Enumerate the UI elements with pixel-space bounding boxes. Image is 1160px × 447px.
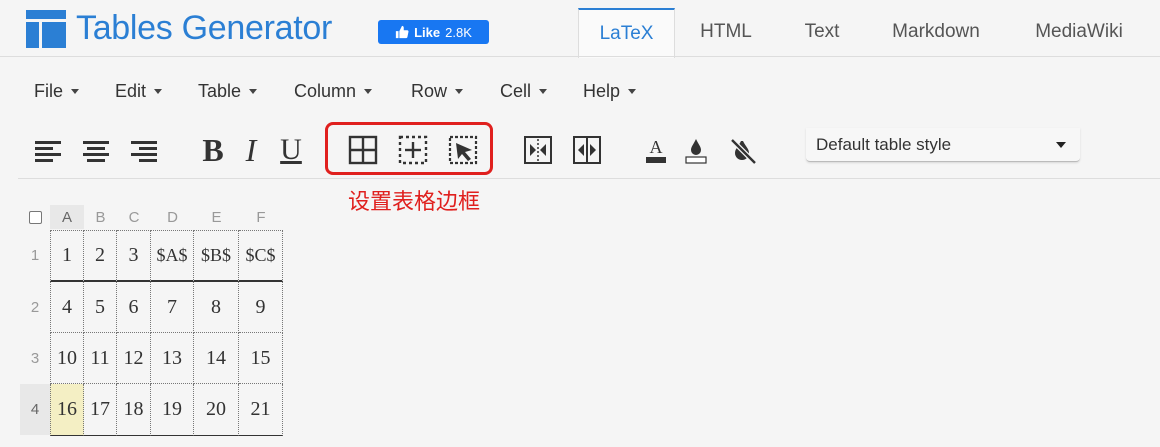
column-header-c[interactable]: C <box>117 205 151 229</box>
checkbox-icon <box>28 210 42 224</box>
table-cell[interactable]: 4 <box>50 282 84 333</box>
selected-table-cell[interactable]: 16 <box>50 384 84 436</box>
menu-label: File <box>34 80 64 101</box>
no-fill-icon <box>730 138 757 165</box>
table-cell[interactable]: 5 <box>84 282 117 333</box>
menu-label: Cell <box>500 80 532 101</box>
table-cell[interactable]: 3 <box>117 230 151 282</box>
italic-icon: I <box>245 131 257 168</box>
table-cell[interactable]: 17 <box>84 384 117 436</box>
split-cells-icon <box>573 136 601 164</box>
tab-html[interactable]: HTML <box>680 8 772 56</box>
fill-drop-icon <box>685 139 707 164</box>
align-right-icon <box>131 141 157 162</box>
table-cell[interactable]: 21 <box>239 384 283 436</box>
select-all-checkbox[interactable] <box>20 205 50 229</box>
column-header-d[interactable]: D <box>151 205 194 229</box>
caret-down-icon <box>539 88 548 94</box>
bold-icon: B <box>202 131 224 168</box>
column-header-e[interactable]: E <box>194 205 239 229</box>
table-cell[interactable]: $B$ <box>194 230 239 282</box>
underline-button[interactable]: U <box>271 130 311 170</box>
table-cell[interactable]: 2 <box>84 230 117 282</box>
tab-text[interactable]: Text <box>782 8 862 56</box>
table-cell[interactable]: 12 <box>117 333 151 384</box>
background-color-button[interactable] <box>676 130 716 170</box>
clear-color-button[interactable] <box>723 130 763 170</box>
caret-down-icon <box>364 88 373 94</box>
app-title[interactable]: Tables Generator <box>76 6 332 50</box>
table-cell[interactable]: 11 <box>84 333 117 384</box>
caret-down-icon <box>154 88 163 94</box>
like-count: 2.8K <box>445 24 472 40</box>
text-color-button[interactable]: A <box>636 130 676 170</box>
text-color-icon: A <box>646 137 666 163</box>
underline-icon: U <box>280 133 302 166</box>
like-label: Like <box>414 24 441 40</box>
tab-markdown[interactable]: Markdown <box>878 8 994 56</box>
align-left-icon <box>35 141 61 162</box>
merge-cells-icon <box>524 136 552 164</box>
column-header-f[interactable]: F <box>239 205 283 229</box>
table-cell[interactable]: 18 <box>117 384 151 436</box>
table-cell[interactable]: $C$ <box>239 230 283 282</box>
text-color-letter: A <box>650 137 663 157</box>
menu-label: Column <box>294 80 357 101</box>
annotation-label: 设置表格边框 <box>348 189 481 214</box>
table-cell[interactable]: 14 <box>194 333 239 384</box>
table-cell[interactable]: 13 <box>151 333 194 384</box>
facebook-like-button[interactable]: Like 2.8K <box>378 20 489 44</box>
caret-down-icon <box>455 88 464 94</box>
caret-down-icon <box>249 88 258 94</box>
menu-column[interactable]: Column <box>294 80 373 102</box>
split-cells-button[interactable] <box>567 130 607 170</box>
align-center-button[interactable] <box>76 130 116 170</box>
menu-label: Edit <box>115 80 147 101</box>
table-style-select[interactable]: Default table style <box>806 128 1080 162</box>
italic-button[interactable]: I <box>231 130 271 170</box>
row-header-4[interactable]: 4 <box>20 384 50 435</box>
highlight-box <box>325 122 493 175</box>
caret-down-icon <box>628 88 637 94</box>
align-right-button[interactable] <box>124 130 164 170</box>
menu-label: Table <box>198 80 242 101</box>
caret-down-icon <box>1056 141 1066 148</box>
row-header-2[interactable]: 2 <box>20 282 50 333</box>
table-cell[interactable]: 20 <box>194 384 239 436</box>
header-divider <box>0 56 1160 57</box>
table-cell[interactable]: 10 <box>50 333 84 384</box>
row-header-1[interactable]: 1 <box>20 230 50 281</box>
bold-button[interactable]: B <box>193 130 233 170</box>
merge-cells-button[interactable] <box>518 130 558 170</box>
menu-table[interactable]: Table <box>198 80 258 102</box>
table-cell[interactable]: 9 <box>239 282 283 333</box>
table-cell[interactable]: 19 <box>151 384 194 436</box>
table-cell[interactable]: 8 <box>194 282 239 333</box>
menu-help[interactable]: Help <box>583 80 637 102</box>
thumbs-up-icon <box>395 25 409 39</box>
table-cell[interactable]: $A$ <box>151 230 194 282</box>
table-cell[interactable]: 7 <box>151 282 194 333</box>
menu-edit[interactable]: Edit <box>115 80 163 102</box>
tab-mediawiki[interactable]: MediaWiki <box>1020 8 1138 56</box>
column-header-a[interactable]: A <box>50 205 84 229</box>
toolbar-divider <box>18 178 1160 179</box>
table-style-value: Default table style <box>816 134 952 154</box>
menu-cell[interactable]: Cell <box>500 80 548 102</box>
menu-label: Row <box>411 80 448 101</box>
logo-icon <box>26 10 66 48</box>
tab-latex[interactable]: LaTeX <box>578 8 675 58</box>
table-cell[interactable]: 1 <box>50 230 84 282</box>
menu-label: Help <box>583 80 621 101</box>
align-center-icon <box>83 141 109 162</box>
align-left-button[interactable] <box>28 130 68 170</box>
table-cell[interactable]: 6 <box>117 282 151 333</box>
table-cell[interactable]: 15 <box>239 333 283 384</box>
row-header-3[interactable]: 3 <box>20 333 50 384</box>
menu-row[interactable]: Row <box>411 80 464 102</box>
menu-file[interactable]: File <box>34 80 80 102</box>
caret-down-icon <box>71 88 80 94</box>
column-header-b[interactable]: B <box>84 205 117 229</box>
